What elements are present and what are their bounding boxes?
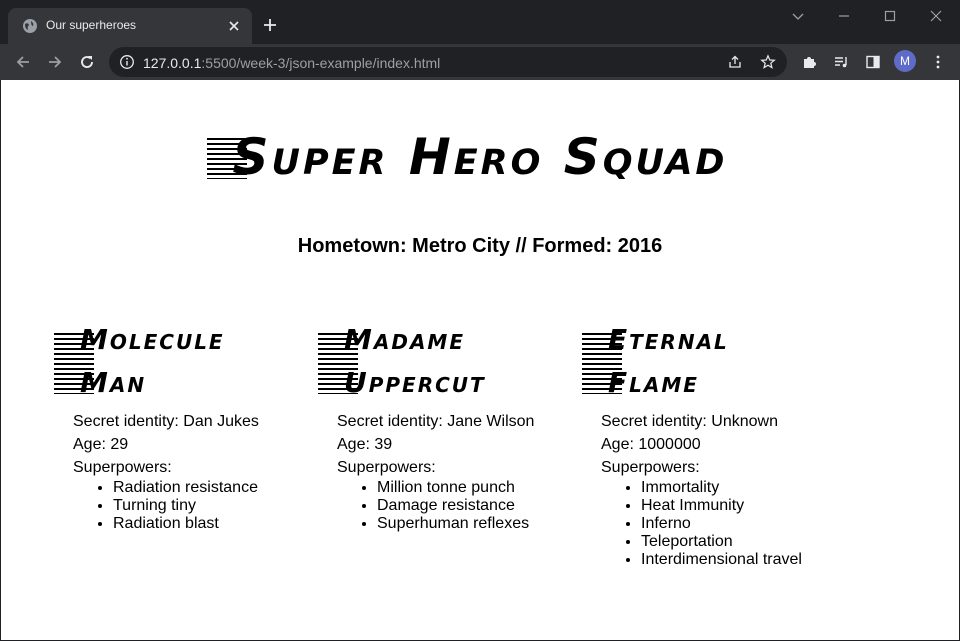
hero-card: Madame Uppercut Secret identity: Jane Wi… <box>318 318 568 533</box>
list-item: Immortality <box>641 479 832 497</box>
hometown-line: Hometown: Metro City // Formed: 2016 <box>297 235 663 257</box>
hero-age: Age: 29 <box>73 436 129 453</box>
browser-tab[interactable]: Our superheroes <box>8 8 252 44</box>
share-icon[interactable] <box>727 54 743 70</box>
hero-powers-label: Superpowers: <box>337 459 436 476</box>
list-item: Turning tiny <box>113 497 304 515</box>
list-item: Radiation resistance <box>113 479 304 497</box>
list-item: Interdimensional travel <box>641 551 832 569</box>
hero-card: Molecule Man Secret identity: Dan Jukes … <box>54 318 304 533</box>
hero-age: Age: 39 <box>337 436 393 453</box>
hero-name: Molecule Man <box>54 318 280 404</box>
hero-identity: Secret identity: Dan Jukes <box>73 413 259 430</box>
reload-icon[interactable] <box>78 53 96 71</box>
tab-strip: Our superheroes <box>0 0 960 44</box>
back-arrow-icon[interactable] <box>14 53 32 71</box>
list-item: Teleportation <box>641 533 832 551</box>
avatar[interactable]: M <box>894 50 916 72</box>
page-viewport: Super Hero Squad Hometown: Metro City //… <box>1 80 959 640</box>
window-close-icon[interactable] <box>928 8 944 24</box>
star-icon[interactable] <box>760 54 776 70</box>
hero-name: Eternal Flame <box>582 318 808 404</box>
media-queue-icon[interactable] <box>833 54 849 70</box>
powers-list: Radiation resistance Turning tiny Radiat… <box>64 479 304 533</box>
address-bar[interactable]: 127.0.0.1:5500/week-3/json-example/index… <box>109 47 787 77</box>
hero-identity: Secret identity: Jane Wilson <box>337 413 535 430</box>
puzzle-icon[interactable] <box>801 54 817 70</box>
hero-identity: Secret identity: Unknown <box>601 413 778 430</box>
hero-powers-label: Superpowers: <box>601 459 700 476</box>
minimize-icon[interactable] <box>836 8 852 24</box>
hero-card: Eternal Flame Secret identity: Unknown A… <box>582 318 832 569</box>
url-text[interactable]: 127.0.0.1:5500/week-3/json-example/index… <box>143 55 440 71</box>
url-host: 127.0.0.1 <box>143 55 202 71</box>
list-item: Damage resistance <box>377 497 568 515</box>
side-panel-icon[interactable] <box>865 54 881 70</box>
hero-name: Madame Uppercut <box>318 318 544 404</box>
list-item: Superhuman reflexes <box>377 515 568 533</box>
url-path: :5500/week-3/json-example/index.html <box>201 55 441 71</box>
close-icon[interactable] <box>226 18 242 34</box>
maximize-icon[interactable] <box>882 8 898 24</box>
kebab-menu-icon[interactable] <box>930 54 946 70</box>
tab-title: Our superheroes <box>46 18 137 32</box>
powers-list: Immortality Heat Immunity Inferno Telepo… <box>592 479 832 569</box>
chevron-down-icon[interactable] <box>790 8 806 24</box>
list-item: Million tonne punch <box>377 479 568 497</box>
hero-powers-label: Superpowers: <box>73 459 172 476</box>
list-item: Radiation blast <box>113 515 304 533</box>
info-icon[interactable] <box>119 54 135 70</box>
list-item: Inferno <box>641 515 832 533</box>
browser-toolbar: 127.0.0.1:5500/week-3/json-example/index… <box>0 44 960 80</box>
plus-icon[interactable] <box>262 17 278 33</box>
hero-age: Age: 1000000 <box>601 436 701 453</box>
page-title: Super Hero Squad <box>1 128 959 186</box>
squad-name: Super Hero Squad <box>206 128 728 186</box>
powers-list: Million tonne punch Damage resistance Su… <box>328 479 568 533</box>
list-item: Heat Immunity <box>641 497 832 515</box>
forward-arrow-icon[interactable] <box>46 53 64 71</box>
globe-icon <box>23 19 37 33</box>
